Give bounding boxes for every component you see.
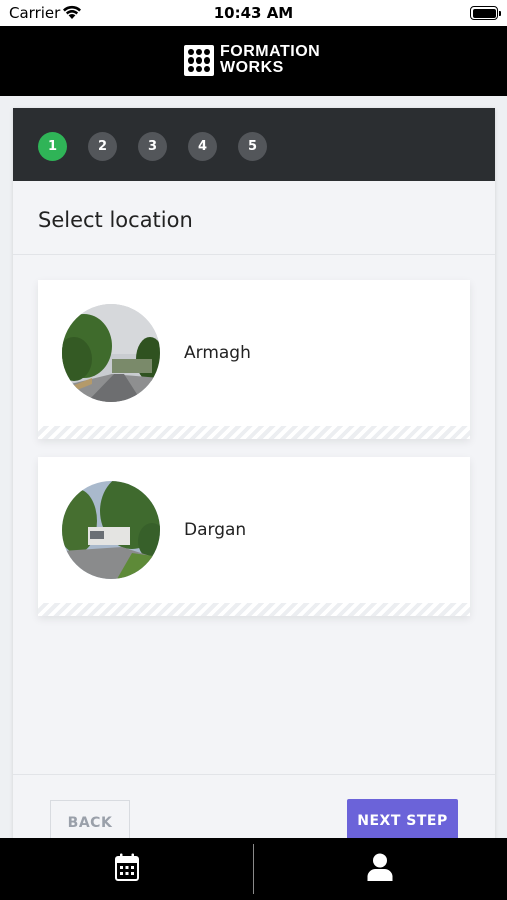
tab-profile[interactable] xyxy=(254,838,507,900)
location-name: Dargan xyxy=(184,520,247,540)
card-stripe xyxy=(38,426,470,439)
location-card-dargan[interactable]: Dargan xyxy=(38,457,470,616)
divider xyxy=(13,254,495,255)
formation-works-logo: FORMATION WORKS xyxy=(184,44,324,79)
booking-panel: 1 2 3 4 5 Select location Armagh Dargan … xyxy=(13,108,495,848)
location-photo-dargan xyxy=(62,481,160,579)
app-header: FORMATION WORKS xyxy=(0,26,507,96)
clock: 10:43 AM xyxy=(213,4,294,22)
step-3[interactable]: 3 xyxy=(138,132,167,161)
logo-line-2: WORKS xyxy=(220,59,284,76)
location-name: Armagh xyxy=(184,343,251,363)
card-stripe xyxy=(38,603,470,616)
logo-line-1: FORMATION xyxy=(220,43,321,60)
location-photo-armagh xyxy=(62,304,160,402)
calendar-icon xyxy=(115,853,139,881)
logo-text: FORMATION WORKS xyxy=(220,44,320,76)
page-title: Select location xyxy=(38,208,193,232)
grid-dots-logo-icon xyxy=(184,45,214,76)
tab-calendar[interactable] xyxy=(0,838,253,900)
step-5[interactable]: 5 xyxy=(238,132,267,161)
tab-bar xyxy=(0,838,507,900)
divider xyxy=(13,774,495,775)
battery-icon xyxy=(470,6,501,20)
location-card-armagh[interactable]: Armagh xyxy=(38,280,470,439)
step-2[interactable]: 2 xyxy=(88,132,117,161)
status-bar: Carrier 10:43 AM xyxy=(0,0,507,26)
step-4[interactable]: 4 xyxy=(188,132,217,161)
step-indicator: 1 2 3 4 5 xyxy=(13,108,495,181)
step-1[interactable]: 1 xyxy=(38,132,67,161)
user-icon xyxy=(367,853,393,881)
